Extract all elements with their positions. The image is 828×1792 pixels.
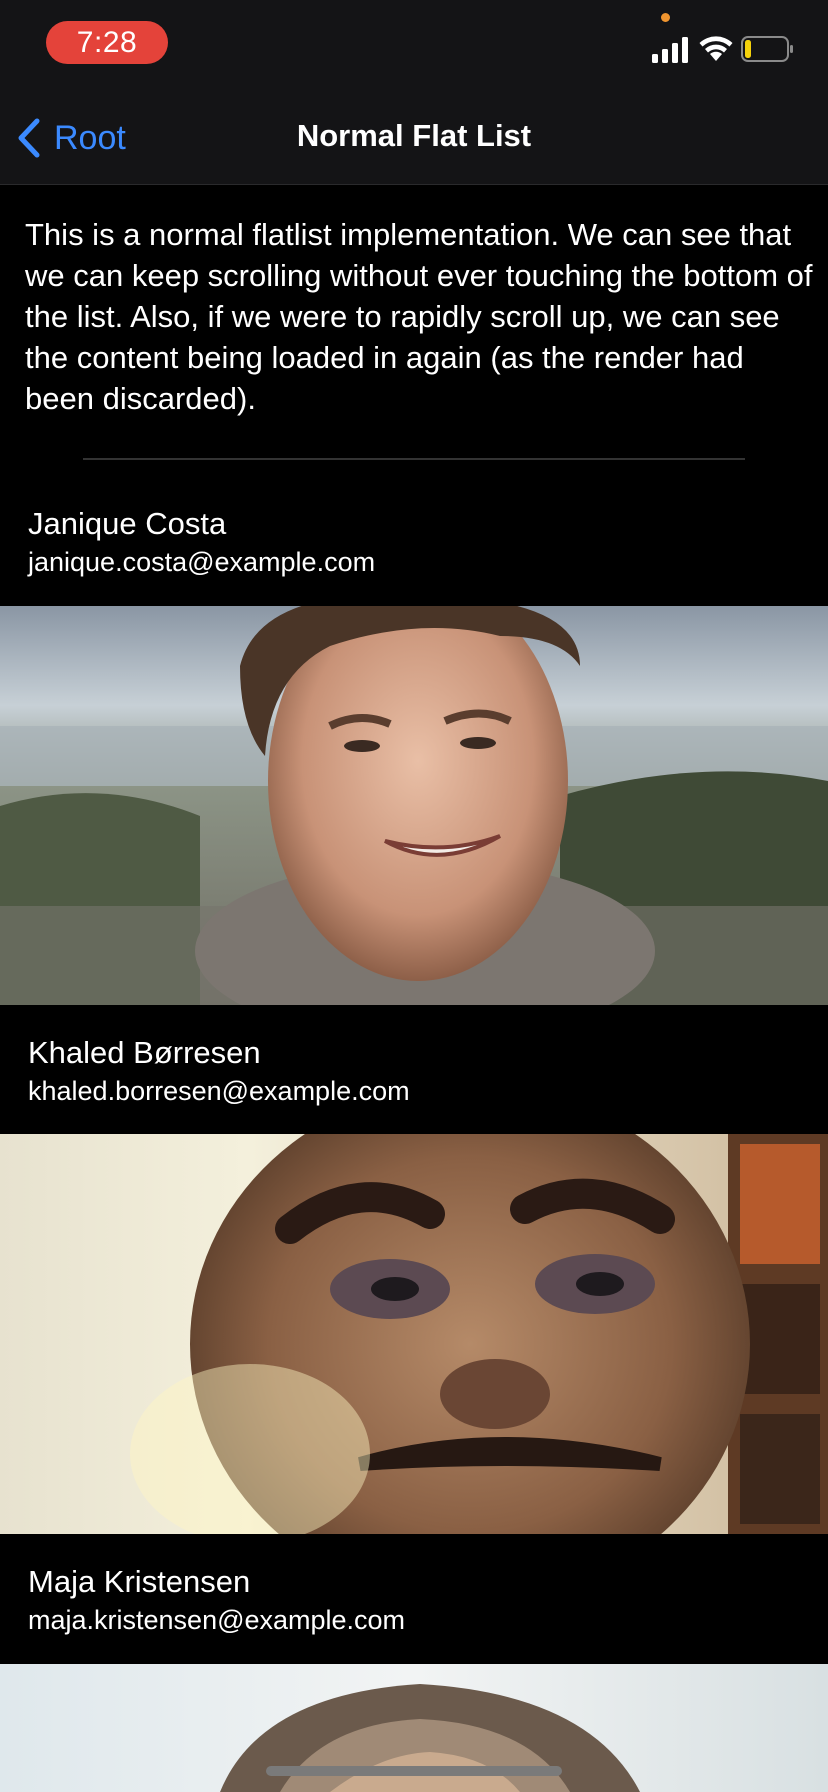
person-name: Khaled Børresen bbox=[28, 1035, 261, 1070]
divider bbox=[83, 458, 745, 460]
wifi-icon bbox=[699, 36, 733, 61]
home-indicator[interactable] bbox=[266, 1766, 562, 1776]
person-name: Maja Kristensen bbox=[28, 1564, 251, 1599]
status-bar: 7:28 bbox=[0, 0, 828, 92]
list-item[interactable]: Janique Costa janique.costa@example.com bbox=[28, 505, 375, 579]
person-photo bbox=[0, 1134, 828, 1534]
person-photo bbox=[0, 606, 828, 1005]
battery-icon bbox=[741, 36, 793, 62]
list-item[interactable]: Maja Kristensen maja.kristensen@example.… bbox=[28, 1563, 405, 1637]
page-title: Normal Flat List bbox=[296, 118, 532, 153]
intro-description: This is a normal flatlist implementation… bbox=[25, 217, 813, 416]
person-email: maja.kristensen@example.com bbox=[28, 1605, 406, 1635]
cellular-signal-icon bbox=[652, 37, 688, 63]
person-name: Janique Costa bbox=[28, 506, 227, 541]
mic-indicator-icon bbox=[661, 13, 670, 22]
person-email: janique.costa@example.com bbox=[28, 547, 376, 577]
navigation-bar: Root Normal Flat List bbox=[0, 92, 828, 185]
status-time[interactable]: 7:28 bbox=[46, 21, 168, 64]
person-email: khaled.borresen@example.com bbox=[28, 1076, 410, 1106]
list-item[interactable]: Khaled Børresen khaled.borresen@example.… bbox=[28, 1034, 410, 1108]
